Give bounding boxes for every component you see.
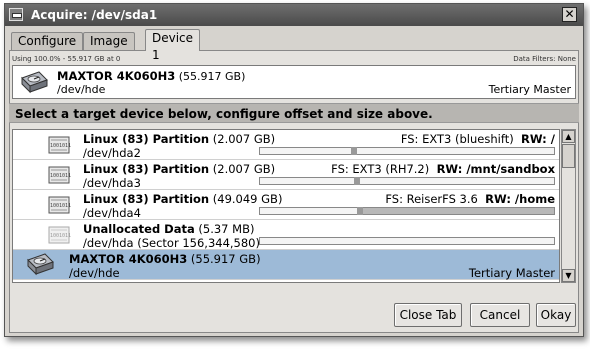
close-tab-button[interactable]: Close Tab: [394, 303, 462, 327]
device-fs-type: FS: EXT3 (blueshift): [400, 132, 514, 146]
device-name: Unallocated Data: [83, 222, 195, 236]
device-size: (49.049 GB): [212, 192, 283, 206]
device-list: 1001011 Linux (83) Partition (2.007 GB) …: [12, 129, 560, 283]
list-item[interactable]: 1001011 Linux (83) Partition (49.049 GB)…: [13, 190, 559, 220]
device-usage-marker: [357, 207, 363, 215]
device-size: (2.007 GB): [212, 162, 276, 176]
tab-device-1[interactable]: Device 1: [145, 29, 201, 62]
device-usage-marker: [354, 177, 360, 185]
chip-icon-text: 1001011: [50, 173, 71, 179]
data-filters-status: Data Filters: None: [513, 55, 576, 63]
arrow-down-icon[interactable]: ▼: [562, 269, 575, 282]
selected-device-box[interactable]: MAXTOR 4K060H3 (55.917 GB) /dev/hde Tert…: [12, 65, 576, 99]
cancel-button[interactable]: Cancel: [470, 303, 530, 327]
device-tab-panel: Using 100.0% - 55.917 GB at 0 Data Filte…: [9, 50, 579, 333]
chip-icon: 1001011: [48, 136, 71, 154]
chip-icon: 1001011: [48, 196, 71, 214]
device-name: MAXTOR 4K060H3: [69, 252, 188, 266]
list-item[interactable]: MAXTOR 4K060H3 (55.917 GB) /dev/hde Tert…: [13, 250, 559, 280]
tab-configure[interactable]: Configure: [11, 32, 84, 51]
instructions-text: Select a target device below, configure …: [9, 103, 579, 123]
list-item[interactable]: 1001011 Linux (83) Partition (2.007 GB) …: [13, 130, 559, 160]
device-usage-bar: [259, 207, 555, 215]
device-list-scrollbar[interactable]: ▲ ▼: [561, 129, 576, 283]
device-fs: FS: EXT3 (blueshift) RW: /: [401, 132, 555, 146]
scrollbar-thumb[interactable]: [562, 144, 575, 168]
hard-disk-icon: [27, 253, 54, 276]
selected-device-size: (55.917 GB): [178, 70, 246, 83]
selected-device-path: /dev/hde: [57, 83, 106, 96]
device-usage-bar: [259, 177, 555, 185]
okay-button[interactable]: Okay: [536, 303, 576, 327]
device-name: Linux (83) Partition: [83, 162, 210, 176]
chip-icon-text: 1001011: [50, 143, 71, 149]
window-title: Acquire: /dev/sda1: [31, 8, 158, 22]
selected-device-role: Tertiary Master: [488, 83, 571, 96]
window-menu-icon[interactable]: [9, 8, 23, 21]
device-path: /dev/hda (Sector 156,344,580): [83, 236, 260, 250]
list-item[interactable]: 1001011 Linux (83) Partition (2.007 GB) …: [13, 160, 559, 190]
hard-disk-icon: [21, 71, 48, 94]
arrow-up-icon[interactable]: ▲: [562, 130, 575, 143]
device-title: MAXTOR 4K060H3 (55.917 GB): [69, 252, 261, 266]
device-mount: RW: /: [521, 132, 555, 146]
device-name: Linux (83) Partition: [83, 132, 210, 146]
device-role: Tertiary Master: [468, 266, 555, 280]
device-fs: FS: EXT3 (RH7.2) RW: /mnt/sandbox: [331, 162, 555, 176]
device-name: Linux (83) Partition: [83, 192, 210, 206]
chip-icon: 1001011: [48, 226, 71, 244]
device-title: Linux (83) Partition (49.049 GB): [83, 192, 282, 206]
tab-image-1[interactable]: Image 1: [83, 32, 135, 65]
device-size: (2.007 GB): [212, 132, 276, 146]
device-path: /dev/hda3: [83, 176, 141, 190]
device-usage-bar: [259, 147, 555, 155]
device-usage-bar: [259, 237, 555, 245]
chip-icon-text: 1001011: [50, 203, 71, 209]
acquire-window: Acquire: /dev/sda1 ✕ Configure Image 1 D…: [4, 3, 584, 337]
chip-icon-text: 1001011: [50, 233, 71, 239]
device-mount: RW: /home: [485, 192, 555, 206]
device-title: Linux (83) Partition (2.007 GB): [83, 162, 275, 176]
device-usage-fill: [357, 208, 554, 214]
title-bar[interactable]: Acquire: /dev/sda1 ✕: [5, 4, 583, 26]
device-fs-type: FS: ReiserFS 3.6: [385, 192, 478, 206]
device-usage-marker: [351, 147, 357, 155]
usage-status: Using 100.0% - 55.917 GB at 0: [12, 55, 121, 63]
device-size: (5.37 MB): [198, 222, 255, 236]
device-path: /dev/hda2: [83, 146, 141, 160]
selected-device-name: MAXTOR 4K060H3: [57, 69, 176, 83]
device-fs: FS: ReiserFS 3.6 RW: /home: [385, 192, 555, 206]
list-item[interactable]: 1001011 Unallocated Data (5.37 MB) /dev/…: [13, 220, 559, 250]
close-icon[interactable]: ✕: [562, 7, 577, 22]
chip-icon: 1001011: [48, 166, 71, 184]
device-path: /dev/hda4: [83, 206, 141, 220]
device-mount: RW: /mnt/sandbox: [436, 162, 555, 176]
device-path: /dev/hde: [69, 266, 120, 280]
device-fs-type: FS: EXT3 (RH7.2): [331, 162, 430, 176]
device-title: Linux (83) Partition (2.007 GB): [83, 132, 275, 146]
device-title: Unallocated Data (5.37 MB): [83, 222, 254, 236]
device-size: (55.917 GB): [190, 252, 261, 266]
